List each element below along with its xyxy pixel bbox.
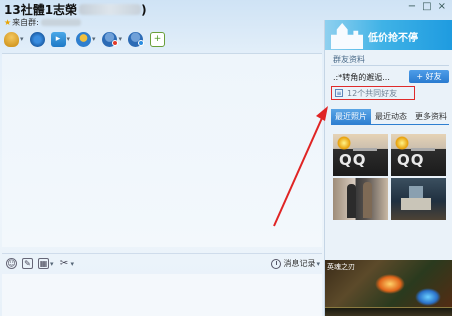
minus-badge-icon bbox=[111, 40, 118, 46]
create-discussion-button[interactable]: + bbox=[150, 31, 166, 47]
scene-shape bbox=[409, 186, 423, 198]
clock-icon bbox=[271, 258, 282, 269]
chevron-down-icon[interactable]: ▾ bbox=[92, 35, 96, 43]
voice-button[interactable]: ▾ bbox=[4, 31, 24, 47]
section-title: 群友资料 bbox=[333, 55, 365, 64]
tab-recent-activity[interactable]: 最近动态 bbox=[371, 109, 411, 124]
photo-thumbnail[interactable] bbox=[333, 178, 388, 220]
microphone-icon bbox=[4, 31, 19, 47]
window-title-tail: ) bbox=[141, 2, 147, 17]
edit-icon: ✎ bbox=[22, 258, 33, 269]
app-icon bbox=[76, 31, 92, 47]
divider bbox=[331, 65, 449, 66]
side-panel: 低价抢不停 群友资料 .:*转角的邂逅... + 好友 ≡ 12个共同好友 最近… bbox=[324, 20, 452, 316]
font-button[interactable]: ✎ bbox=[22, 258, 33, 269]
mutual-friends-link[interactable]: ≡ 12个共同好友 bbox=[331, 86, 415, 100]
friend-name[interactable]: .:*转角的邂逅... bbox=[333, 72, 390, 83]
add-document-icon: + bbox=[150, 31, 166, 47]
redacted-group-name bbox=[40, 19, 81, 26]
folder-icon: ▸ bbox=[50, 31, 66, 47]
image-button[interactable]: ▦ ▾ bbox=[38, 258, 54, 269]
smiley-icon: ☺ bbox=[6, 258, 17, 269]
sparkle-icon bbox=[337, 136, 351, 150]
sparkle-icon bbox=[395, 136, 409, 150]
apps-button[interactable]: ▾ bbox=[76, 31, 96, 47]
banner-text: 低价抢不停 bbox=[368, 33, 418, 44]
profile-tabs: 最近照片 最近动态 更多资料 bbox=[331, 109, 451, 124]
close-button[interactable]: × bbox=[438, 1, 446, 12]
window-title-text: 13社體1志榮 bbox=[4, 3, 78, 17]
qzone-logo: QQ bbox=[339, 151, 367, 169]
message-history-area[interactable] bbox=[2, 53, 322, 247]
ad-banner[interactable]: 低价抢不停 bbox=[325, 20, 452, 50]
window-title: 13社體1志榮 ) bbox=[4, 1, 147, 18]
chevron-down-icon[interactable]: ▾ bbox=[20, 35, 24, 43]
plus-badge-icon bbox=[138, 40, 145, 46]
chevron-down-icon[interactable]: ▾ bbox=[316, 260, 320, 268]
mutual-friends-label: 12个共同好友 bbox=[347, 88, 398, 98]
video-button[interactable] bbox=[29, 31, 45, 47]
block-user-button[interactable]: ▾ bbox=[101, 31, 123, 47]
game-effect bbox=[415, 288, 441, 306]
invite-button[interactable] bbox=[128, 31, 145, 47]
tab-underline bbox=[331, 124, 449, 125]
game-ad-title: 英魂之刃 bbox=[327, 263, 355, 271]
image-icon: ▦ bbox=[38, 258, 49, 269]
photo-thumbnail[interactable]: QQ bbox=[333, 134, 388, 176]
emoji-button[interactable]: ☺ bbox=[6, 258, 17, 269]
webcam-icon bbox=[29, 31, 45, 47]
tab-more-info[interactable]: 更多资料 bbox=[411, 109, 451, 124]
redacted-title-part bbox=[79, 4, 142, 15]
contacts-icon: ≡ bbox=[335, 89, 343, 97]
scene-shape bbox=[401, 198, 431, 210]
person-figure bbox=[363, 182, 372, 218]
chevron-down-icon[interactable]: ▾ bbox=[67, 35, 71, 43]
photo-thumbnail[interactable]: QQ bbox=[391, 134, 446, 176]
minimize-button[interactable]: − bbox=[408, 1, 416, 12]
file-transfer-button[interactable]: ▸ ▾ bbox=[50, 31, 71, 47]
tab-recent-photos[interactable]: 最近照片 bbox=[331, 109, 371, 124]
castle-image bbox=[331, 23, 363, 49]
message-history-label: 消息记录 bbox=[283, 259, 316, 268]
qzone-logo: QQ bbox=[397, 151, 425, 169]
game-ad[interactable]: 英魂之刃 bbox=[325, 260, 452, 316]
input-toolbar: ☺ ✎ ▦ ▾ ✂ ▾ 消息记录 ▾ bbox=[2, 253, 322, 273]
window-controls: − □ × bbox=[408, 1, 446, 12]
add-friend-button[interactable]: + 好友 bbox=[409, 70, 449, 83]
chevron-down-icon[interactable]: ▾ bbox=[71, 260, 75, 268]
chevron-down-icon[interactable]: ▾ bbox=[50, 260, 54, 268]
chat-toolbar: ▾ ▸ ▾ ▾ ▾ + bbox=[4, 27, 171, 51]
photo-thumbnail[interactable] bbox=[391, 178, 446, 220]
game-effect bbox=[375, 274, 405, 294]
person-figure bbox=[347, 184, 356, 218]
game-hud bbox=[325, 307, 452, 316]
screenshot-button[interactable]: ✂ ▾ bbox=[59, 258, 75, 269]
star-icon: ★ bbox=[4, 18, 12, 27]
message-history-button[interactable]: 消息记录 ▾ bbox=[271, 258, 320, 269]
chevron-down-icon[interactable]: ▾ bbox=[119, 35, 123, 43]
message-input[interactable] bbox=[2, 274, 322, 316]
scissors-icon: ✂ bbox=[59, 258, 69, 269]
maximize-button[interactable]: □ bbox=[422, 1, 431, 12]
